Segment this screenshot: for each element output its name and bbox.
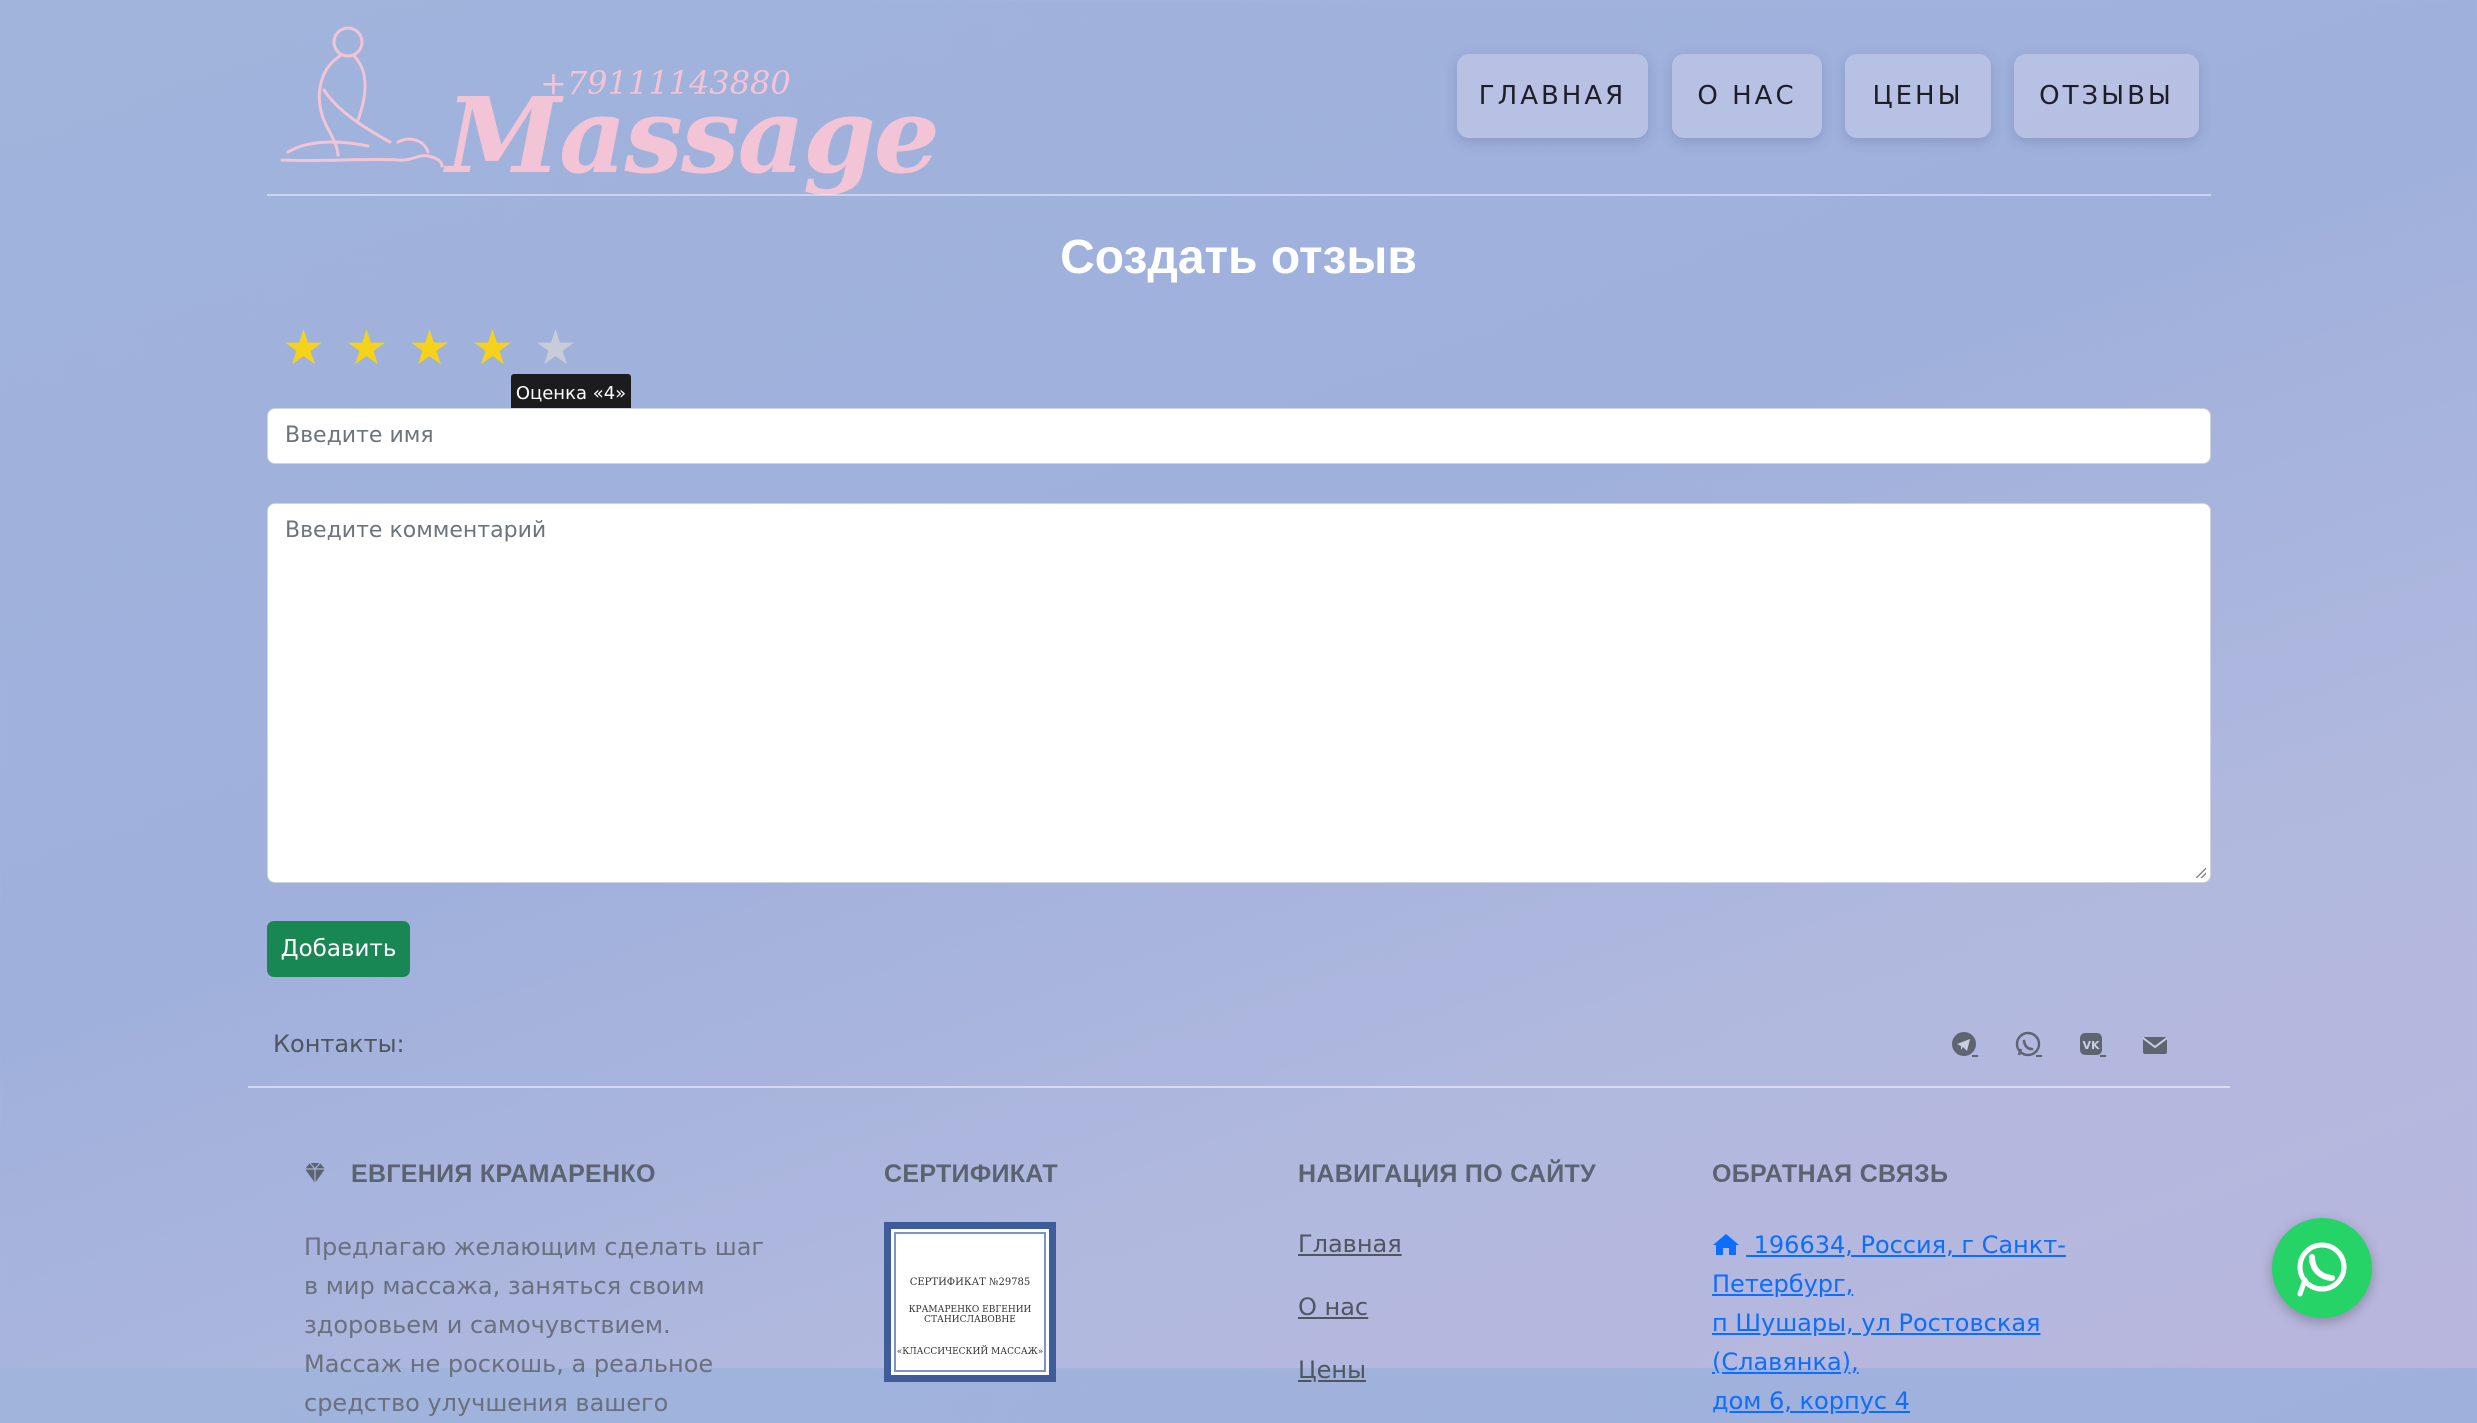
comment-textarea[interactable]: Введите комментарий xyxy=(267,503,2211,883)
nav-reviews[interactable]: ОТЗЫВЫ xyxy=(2014,54,2199,138)
certificate-image[interactable]: СЕРТИФИКАТ №29785 КРАМАРЕНКО ЕВГЕНИИ СТА… xyxy=(884,1222,1056,1382)
whatsapp-float-button[interactable] xyxy=(2272,1218,2372,1318)
site-logo[interactable]: +79111143880 Massage xyxy=(278,20,940,188)
footer-address: 196634, Россия, г Санкт-Петербург, п Шуш… xyxy=(1712,1226,2182,1421)
rating-tooltip: Оценка «4» xyxy=(511,374,631,412)
star-3[interactable]: ★ xyxy=(408,318,451,378)
star-1[interactable]: ★ xyxy=(282,318,325,378)
add-review-button[interactable]: Добавить xyxy=(267,921,410,977)
star-5[interactable]: ★ xyxy=(534,318,577,378)
rating-stars: ★ ★ ★ ★ ★ xyxy=(282,318,577,378)
certificate-course: «КЛАССИЧЕСКИЙ МАССАЖ» xyxy=(896,1347,1044,1357)
nav-home[interactable]: ГЛАВНАЯ xyxy=(1457,54,1648,138)
footer-nav-heading: НАВИГАЦИЯ ПО САЙТУ xyxy=(1298,1160,1596,1188)
nav-prices[interactable]: ЦЕНЫ xyxy=(1845,54,1991,138)
gem-icon xyxy=(305,1162,325,1183)
footer-about-text: Предлагаю желающим сделать шаг в мир мас… xyxy=(304,1233,765,1417)
star-2[interactable]: ★ xyxy=(345,318,388,378)
footer-link-prices[interactable]: Цены xyxy=(1298,1356,1366,1384)
footer-divider xyxy=(248,1086,2230,1088)
footer-link-about[interactable]: О нас xyxy=(1298,1293,1368,1321)
svg-text:VK: VK xyxy=(2082,1039,2100,1052)
address-link-line2[interactable]: п Шушары, ул Ростовская (Славянка), xyxy=(1712,1309,2040,1376)
whatsapp-icon[interactable] xyxy=(2011,1030,2047,1060)
massage-figure-icon xyxy=(280,26,444,168)
comment-placeholder: Введите комментарий xyxy=(285,518,547,543)
resize-handle[interactable] xyxy=(2196,868,2206,878)
certificate-number: СЕРТИФИКАТ №29785 xyxy=(909,1277,1031,1288)
footer-about-heading: ЕВГЕНИЯ КРАМАРЕНКО xyxy=(351,1160,656,1188)
certificate-holder: КРАМАРЕНКО ЕВГЕНИИ СТАНИСЛАВОВНЕ xyxy=(908,1305,1032,1325)
logo-wordmark: Massage xyxy=(446,74,940,197)
page-title: Создать отзыв xyxy=(1060,231,1417,284)
name-input[interactable]: Введите имя xyxy=(267,408,2211,464)
address-link-line3[interactable]: дом 6, корпус 4 xyxy=(1712,1387,1910,1415)
header-divider xyxy=(267,194,2211,196)
footer-certificate-heading: СЕРТИФИКАТ xyxy=(884,1160,1058,1188)
contacts-label: Контакты: xyxy=(273,1030,405,1058)
telegram-icon[interactable] xyxy=(1947,1030,1983,1060)
footer-link-home[interactable]: Главная xyxy=(1298,1230,1402,1258)
footer-feedback-heading: ОБРАТНАЯ СВЯЗЬ xyxy=(1712,1160,1949,1188)
envelope-icon[interactable] xyxy=(2137,1030,2173,1060)
nav-about[interactable]: О НАС xyxy=(1672,54,1822,138)
vk-icon[interactable]: VK xyxy=(2075,1030,2111,1060)
address-link-line1[interactable]: 196634, Россия, г Санкт-Петербург, xyxy=(1712,1231,2066,1298)
star-4[interactable]: ★ xyxy=(471,318,514,378)
home-icon xyxy=(1713,1234,1739,1255)
whatsapp-icon xyxy=(2297,1242,2347,1297)
